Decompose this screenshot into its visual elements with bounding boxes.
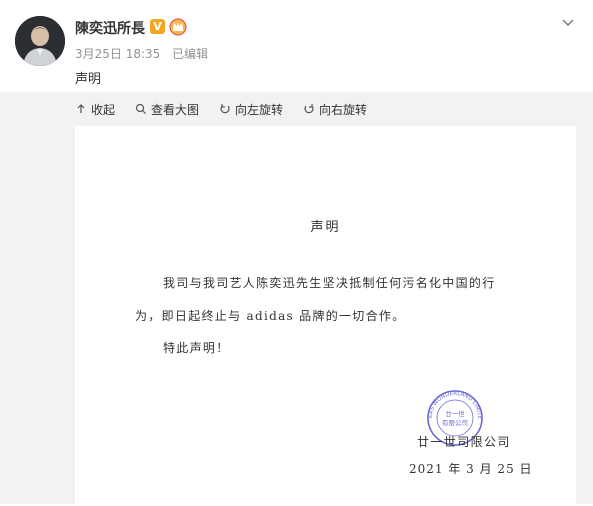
document-company: 廿一世司限公司 <box>417 435 511 449</box>
crown-badge-icon <box>169 18 187 36</box>
rotate-left-button[interactable]: 向左旋转 <box>219 100 283 118</box>
document-date: 2021 年 3 月 25 日 <box>409 462 533 476</box>
svg-text:有限公司: 有限公司 <box>442 418 468 427</box>
image-viewer: 收起 查看大图 向左旋转 向右旋转 声明 我司与我司艺人陈奕迅先生坚决抵制任何污… <box>0 92 593 506</box>
document-closing: 特此声明！ <box>163 341 230 355</box>
chevron-down-icon[interactable] <box>560 14 576 30</box>
post-header: 陳奕迅所長 V 3月25日 18:35 已编辑 声明 <box>0 0 593 92</box>
document-paragraph-line1: 我司与我司艺人陈奕迅先生坚决抵制任何污名化中国的行 <box>163 276 496 290</box>
edited-label[interactable]: 已编辑 <box>172 47 208 61</box>
rotate-left-icon <box>220 104 230 114</box>
view-large-button[interactable]: 查看大图 <box>135 100 199 118</box>
document-title: 声明 <box>310 220 341 235</box>
statement-image[interactable]: 声明 我司与我司艺人陈奕迅先生坚决抵制任何污名化中国的行 为，即日起终止与 ad… <box>75 126 576 506</box>
image-toolbar: 收起 查看大图 向左旋转 向右旋转 <box>75 100 367 118</box>
view-large-label: 查看大图 <box>151 102 200 117</box>
document-paragraph-line2: 为，即日起终止与 adidas 品牌的一切合作。 <box>135 309 406 323</box>
collapse-button[interactable]: 收起 <box>75 100 115 118</box>
verified-badge: V <box>150 19 165 34</box>
svg-text:廿一世: 廿一世 <box>445 409 465 418</box>
avatar[interactable] <box>15 16 65 66</box>
author-name[interactable]: 陳奕迅所長 <box>75 18 145 38</box>
post-meta: 3月25日 18:35 已编辑 <box>75 45 216 62</box>
collapse-icon <box>77 104 85 113</box>
rotate-right-button[interactable]: 向右旋转 <box>303 100 367 118</box>
rotate-left-label: 向左旋转 <box>235 102 284 117</box>
rotate-right-icon <box>304 104 314 114</box>
rotate-right-label: 向右旋转 <box>319 102 368 117</box>
post-text: 声明 <box>75 72 102 87</box>
timestamp[interactable]: 3月25日 18:35 <box>75 47 160 61</box>
collapse-label: 收起 <box>91 102 116 117</box>
search-icon <box>135 103 146 114</box>
